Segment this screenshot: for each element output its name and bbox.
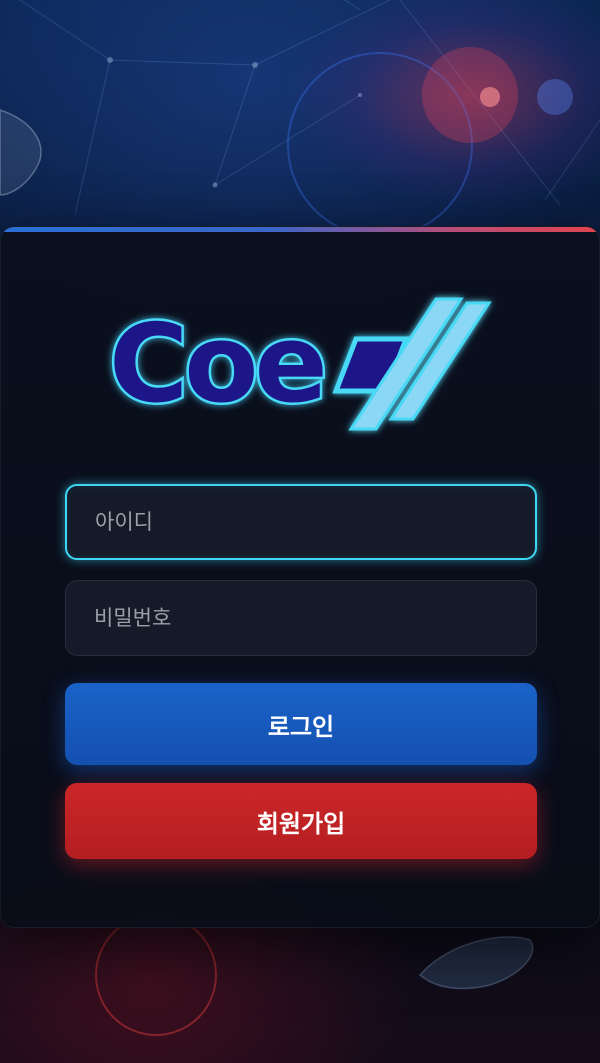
password-input[interactable] [65,580,537,656]
username-input[interactable] [65,484,537,560]
login-button[interactable]: 로그인 [65,683,537,765]
panel-top-accent-line [1,227,599,232]
signup-button[interactable]: 회원가입 [65,783,537,859]
signup-button-label: 회원가입 [256,809,346,838]
login-button-label: 로그인 [267,712,335,741]
login-panel: Coe 로그인 회원가입 [0,226,600,928]
svg-text:Coe: Coe [109,302,324,427]
coex-logo: Coe [107,297,492,431]
